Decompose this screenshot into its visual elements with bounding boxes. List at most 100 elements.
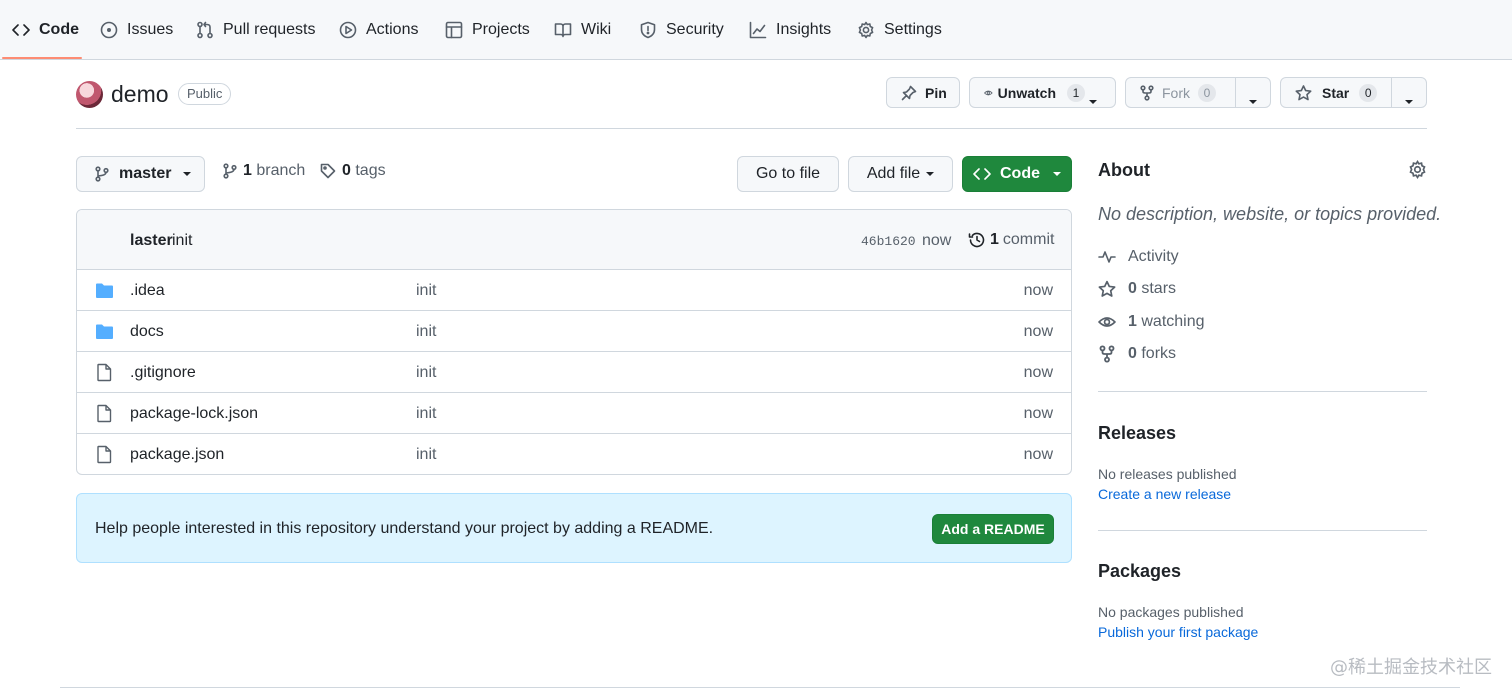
repo-nav: Code Issues Pull requests Actions Projec… bbox=[0, 0, 1512, 60]
star-dropdown[interactable] bbox=[1405, 91, 1413, 107]
tab-label: Projects bbox=[472, 21, 530, 38]
tag-icon bbox=[320, 163, 336, 179]
go-to-file-button[interactable]: Go to file bbox=[737, 156, 839, 192]
folder-icon bbox=[96, 283, 113, 298]
file-name[interactable]: package-lock.json bbox=[130, 405, 258, 423]
unwatch-dropdown[interactable] bbox=[1089, 91, 1097, 107]
file-name[interactable]: .gitignore bbox=[130, 364, 196, 382]
issue-icon bbox=[100, 21, 118, 39]
eye-icon bbox=[1098, 317, 1116, 327]
file-commit-message[interactable]: init bbox=[416, 405, 436, 423]
fork-button[interactable]: Fork 0 bbox=[1125, 77, 1271, 108]
book-icon bbox=[554, 23, 572, 38]
commit-author[interactable]: laster bbox=[130, 232, 173, 250]
branches-link[interactable]: 1 branch bbox=[223, 162, 305, 180]
commit-time: now bbox=[922, 232, 952, 249]
forks-word: forks bbox=[1141, 345, 1177, 362]
pin-label: Pin bbox=[925, 84, 947, 101]
unwatch-main[interactable]: Unwatch 1 bbox=[970, 83, 1085, 102]
about-title: About bbox=[1098, 160, 1150, 180]
branch-word: branch bbox=[256, 162, 306, 179]
star-main[interactable]: Star 0 bbox=[1281, 83, 1391, 102]
tab-projects[interactable]: Projects bbox=[445, 0, 530, 60]
tab-label: Pull requests bbox=[223, 21, 316, 38]
watch-counter: 1 bbox=[1067, 83, 1085, 102]
tab-label: Code bbox=[39, 21, 79, 38]
add-file-button[interactable]: Add file bbox=[848, 156, 953, 192]
commit-message[interactable]: init bbox=[172, 232, 192, 250]
tab-settings[interactable]: Settings bbox=[857, 0, 942, 60]
file-age: now bbox=[1023, 282, 1053, 299]
file-row[interactable]: docs init now bbox=[77, 311, 1071, 352]
file-commit-message[interactable]: init bbox=[416, 446, 436, 464]
tab-label: Issues bbox=[127, 21, 174, 38]
publish-package-link[interactable]: Publish your first package bbox=[1098, 624, 1258, 640]
fork-counter: 0 bbox=[1198, 83, 1216, 102]
file-row[interactable]: package.json init now bbox=[77, 434, 1071, 474]
star-button[interactable]: Star 0 bbox=[1280, 77, 1427, 108]
packages-title[interactable]: Packages bbox=[1098, 561, 1181, 582]
readme-banner: Help people interested in this repositor… bbox=[76, 493, 1072, 563]
file-commit-message[interactable]: init bbox=[416, 364, 436, 382]
file-row[interactable]: .idea init now bbox=[77, 270, 1071, 311]
tags-link[interactable]: 0 tags bbox=[320, 162, 386, 180]
file-row[interactable]: package-lock.json init now bbox=[77, 393, 1071, 434]
tab-actions[interactable]: Actions bbox=[339, 0, 418, 60]
branch-count: 1 bbox=[243, 162, 252, 179]
code-button-label: Code bbox=[1000, 165, 1040, 182]
go-to-file-label: Go to file bbox=[755, 165, 821, 182]
code-icon bbox=[12, 24, 30, 36]
tab-code[interactable]: Code bbox=[12, 0, 79, 60]
fork-label: Fork bbox=[1162, 84, 1190, 101]
unwatch-button[interactable]: Unwatch 1 bbox=[969, 77, 1116, 108]
chevron-down-icon bbox=[1249, 100, 1257, 104]
pin-button[interactable]: Pin bbox=[886, 77, 960, 108]
file-name[interactable]: docs bbox=[130, 323, 164, 341]
file-age: now bbox=[1023, 446, 1053, 463]
repo-name[interactable]: demo bbox=[111, 81, 169, 108]
commit-sha[interactable]: 46b1620 bbox=[861, 234, 916, 249]
code-button[interactable]: Code bbox=[962, 156, 1072, 192]
commit-word: commit bbox=[1002, 231, 1055, 248]
create-release-link[interactable]: Create a new release bbox=[1098, 486, 1231, 502]
forks-link[interactable]: 0 forks bbox=[1098, 345, 1176, 363]
file-commit-message[interactable]: init bbox=[416, 282, 436, 300]
edit-about-button[interactable] bbox=[1408, 159, 1427, 182]
watching-word: watching bbox=[1141, 313, 1205, 330]
file-name[interactable]: .idea bbox=[130, 282, 165, 300]
file-icon bbox=[97, 404, 112, 423]
file-row[interactable]: .gitignore init now bbox=[77, 352, 1071, 393]
tab-insights[interactable]: Insights bbox=[749, 0, 831, 60]
folder-icon bbox=[96, 324, 113, 339]
releases-title[interactable]: Releases bbox=[1098, 423, 1176, 444]
fork-main[interactable]: Fork 0 bbox=[1126, 83, 1235, 102]
history-icon bbox=[968, 232, 985, 248]
gear-icon bbox=[858, 21, 874, 39]
file-commit-message[interactable]: init bbox=[416, 323, 436, 341]
activity-link[interactable]: Activity bbox=[1098, 248, 1179, 266]
packages-empty-text: No packages published bbox=[1098, 604, 1244, 620]
file-name[interactable]: package.json bbox=[130, 446, 224, 464]
unwatch-label: Unwatch bbox=[997, 84, 1056, 101]
tab-security[interactable]: Security bbox=[639, 0, 724, 60]
star-icon bbox=[1098, 280, 1116, 297]
pull-request-icon bbox=[197, 21, 213, 39]
add-readme-button[interactable]: Add a README bbox=[932, 514, 1054, 544]
fork-dropdown[interactable] bbox=[1249, 91, 1257, 107]
branch-name: master bbox=[119, 165, 172, 182]
commits-link[interactable]: 1 commit bbox=[968, 231, 1054, 249]
tab-label: Settings bbox=[884, 21, 942, 38]
about-description: No description, website, or topics provi… bbox=[1098, 204, 1442, 224]
tab-issues[interactable]: Issues bbox=[100, 0, 173, 60]
owner-avatar[interactable] bbox=[76, 81, 103, 108]
watching-link[interactable]: 1 watching bbox=[1098, 313, 1205, 331]
tab-pull-requests[interactable]: Pull requests bbox=[196, 0, 316, 60]
pulse-icon bbox=[1098, 251, 1116, 263]
branch-select-button[interactable]: master bbox=[76, 156, 205, 192]
tab-label: Wiki bbox=[581, 21, 612, 38]
sidebar-divider bbox=[1098, 530, 1427, 531]
activity-label: Activity bbox=[1128, 248, 1179, 265]
star-counter: 0 bbox=[1359, 83, 1378, 102]
tab-wiki[interactable]: Wiki bbox=[554, 0, 611, 60]
stars-link[interactable]: 0 stars bbox=[1098, 280, 1176, 298]
